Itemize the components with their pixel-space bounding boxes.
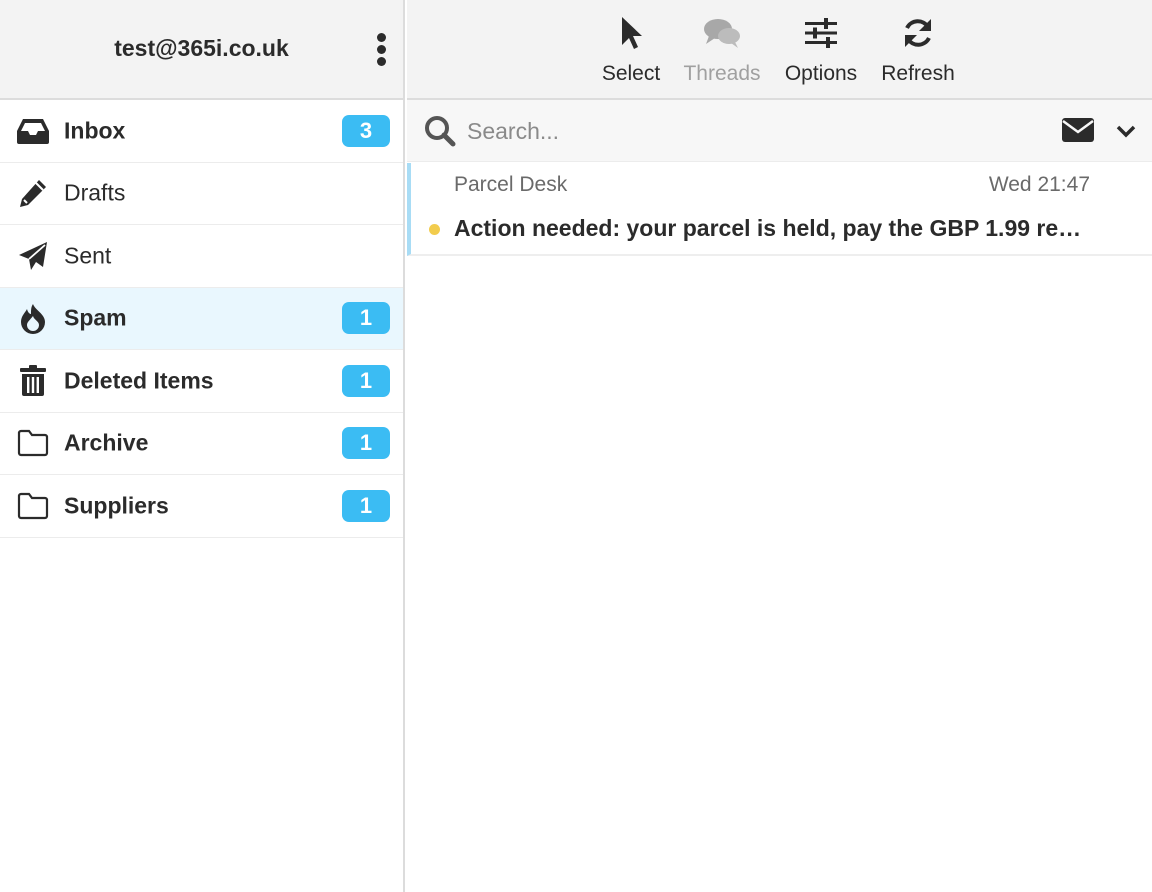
folder-pane: test@365i.co.uk Inbox 3 Drafts Sent Spam… <box>0 0 405 892</box>
folder-item-sent[interactable]: Sent <box>0 225 403 288</box>
paper-plane-icon <box>16 239 50 273</box>
folder-label: Spam <box>64 304 127 331</box>
fire-icon <box>16 301 50 335</box>
pencil-icon <box>16 176 50 210</box>
toolbar: Select Threads Options Refresh <box>407 0 1152 100</box>
account-email: test@365i.co.uk <box>114 35 289 61</box>
folder-item-drafts[interactable]: Drafts <box>0 163 403 225</box>
options-button[interactable]: Options <box>771 12 871 92</box>
message-sender: Parcel Desk <box>454 173 568 196</box>
threads-button[interactable]: Threads <box>672 12 772 92</box>
folder-label: Suppliers <box>64 492 169 519</box>
sliders-icon <box>771 12 871 54</box>
message-date: Wed 21:47 <box>988 173 1090 196</box>
trash-icon <box>16 364 50 398</box>
folder-item-inbox[interactable]: Inbox 3 <box>0 100 403 163</box>
refresh-icon <box>868 12 968 54</box>
unread-count-badge: 1 <box>342 302 390 335</box>
message-pane: Select Threads Options Refresh Search...… <box>407 0 1152 892</box>
folder-icon <box>16 426 50 460</box>
folder-item-archive[interactable]: Archive 1 <box>0 413 403 475</box>
folder-label: Deleted Items <box>64 367 214 394</box>
envelope-icon[interactable] <box>1061 117 1095 145</box>
folder-label: Inbox <box>64 117 126 144</box>
search-input[interactable] <box>467 110 1027 152</box>
chevron-down-icon[interactable] <box>1115 120 1137 142</box>
message-list-item[interactable]: Parcel Desk Wed 21:47 Action needed: you… <box>407 163 1152 256</box>
folder-item-suppliers[interactable]: Suppliers 1 <box>0 475 403 538</box>
options-label: Options <box>784 62 858 85</box>
folder-list: Inbox 3 Drafts Sent Spam 1 Deleted Items… <box>0 100 403 538</box>
folder-label: Sent <box>64 242 112 269</box>
unread-indicator <box>429 224 440 235</box>
threads-label: Threads <box>683 62 761 85</box>
folder-label: Drafts <box>64 179 126 206</box>
more-options-icon[interactable] <box>370 30 394 70</box>
search-icon <box>424 115 456 147</box>
search-bar <box>407 100 1152 162</box>
refresh-label: Refresh <box>881 62 955 85</box>
account-header: test@365i.co.uk <box>0 0 403 100</box>
message-subject: Action needed: your parcel is held, pay … <box>454 215 1094 241</box>
chat-bubbles-icon <box>672 12 772 54</box>
unread-count-badge: 3 <box>342 114 390 147</box>
select-button[interactable]: Select <box>581 12 681 92</box>
refresh-button[interactable]: Refresh <box>868 12 968 92</box>
folder-label: Archive <box>64 429 149 456</box>
inbox-icon <box>16 114 50 148</box>
folder-item-deleted-items[interactable]: Deleted Items 1 <box>0 350 403 413</box>
select-label: Select <box>601 62 661 85</box>
folder-icon <box>16 489 50 523</box>
cursor-icon <box>581 12 681 54</box>
unread-count-badge: 1 <box>342 427 390 460</box>
unread-count-badge: 1 <box>342 489 390 522</box>
folder-item-spam[interactable]: Spam 1 <box>0 287 403 350</box>
unread-count-badge: 1 <box>342 364 390 397</box>
